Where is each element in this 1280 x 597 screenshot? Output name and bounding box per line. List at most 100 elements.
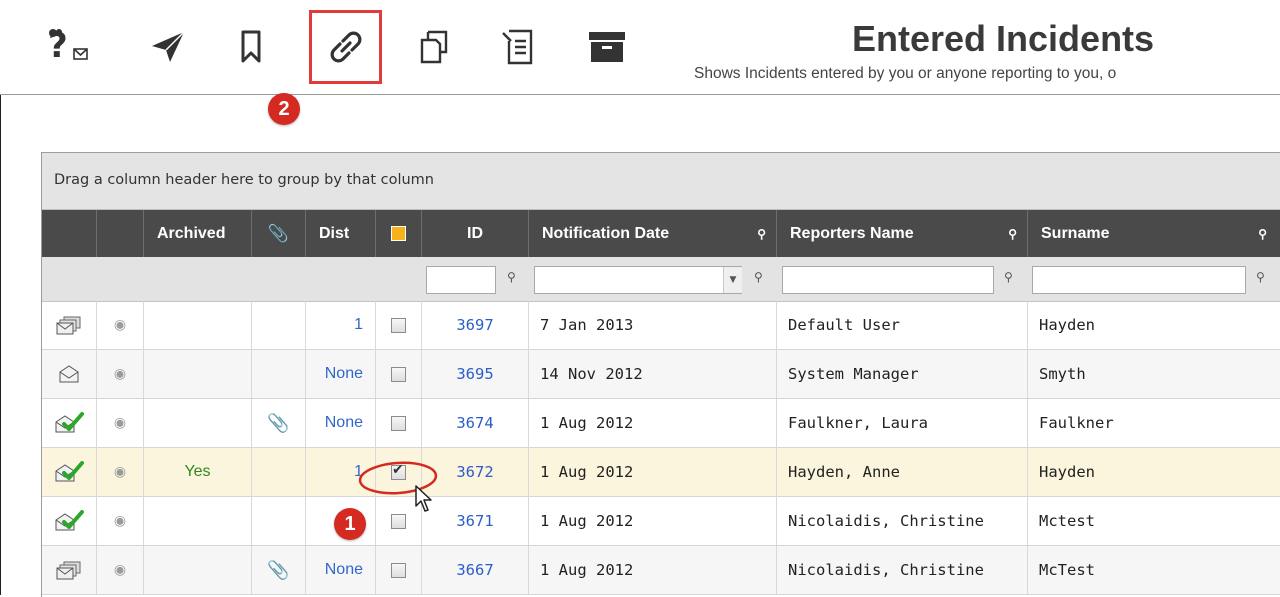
toolbar: ? Entered Incidents Shows Incidents ente… — [0, 0, 1280, 95]
archived-cell — [144, 350, 252, 398]
reporter-filter-input[interactable] — [782, 266, 994, 294]
eye-icon[interactable]: ◉ — [114, 415, 126, 431]
incident-id-link[interactable]: 3695 — [456, 365, 493, 383]
archive-icon[interactable] — [583, 22, 631, 72]
col-header-surname[interactable]: Surname ⚲ — [1028, 210, 1280, 257]
col-id-label: ID — [467, 224, 483, 242]
row-checkbox[interactable] — [391, 366, 406, 382]
col-header-mail[interactable] — [42, 210, 97, 257]
mail-check-icon[interactable] — [42, 448, 97, 496]
col-header-archived[interactable]: Archived — [144, 210, 252, 257]
col-header-select[interactable] — [376, 210, 422, 257]
group-by-hint: Drag a column header here to group by th… — [54, 172, 434, 188]
incident-id-link[interactable]: 3672 — [456, 463, 493, 481]
document-icon[interactable] — [494, 22, 542, 72]
eye-icon[interactable]: ◉ — [114, 562, 126, 578]
col-header-attachment[interactable]: 📎 — [252, 210, 306, 257]
col-header-reporters-name[interactable]: Reporters Name ⚲ — [777, 210, 1028, 257]
table-row[interactable]: ◉ 📎 None 3674 1 Aug 2012 Faulkner, Laura Faulk… — [42, 399, 1280, 448]
paperclip-icon[interactable]: 📎 — [267, 560, 289, 581]
filter-row: ⚲ ▼ ⚲ ⚲ ⚲ — [42, 257, 1280, 302]
surname-filter-input[interactable] — [1032, 266, 1246, 294]
view-cell[interactable]: ◉ — [97, 546, 144, 594]
table-row[interactable]: ◉N36711 Aug 2012Nicolaidis, ChristineMct… — [42, 497, 1280, 546]
dist-link[interactable]: 1 — [354, 316, 363, 334]
filter-pin-icon[interactable]: ⚲ — [507, 270, 516, 284]
attachment-cell — [252, 448, 306, 496]
group-by-bar[interactable]: Drag a column header here to group by th… — [42, 153, 1280, 210]
col-header-id[interactable]: ID — [422, 210, 529, 257]
eye-icon[interactable]: ◉ — [114, 366, 126, 382]
attachment-cell: 📎 — [252, 399, 306, 447]
filter-pin-icon[interactable]: ⚲ — [1004, 270, 1013, 284]
view-cell[interactable]: ◉ — [97, 497, 144, 545]
incident-id-link[interactable]: 3674 — [456, 414, 493, 432]
incident-id-link[interactable]: 3667 — [456, 561, 493, 579]
view-cell[interactable]: ◉ — [97, 350, 144, 398]
callout-2: 2 — [268, 93, 300, 125]
dist-link[interactable]: None — [325, 365, 363, 383]
callout-1: 1 — [334, 508, 366, 540]
col-header-dist[interactable]: Dist — [306, 210, 376, 257]
select-cell — [376, 546, 422, 594]
filter-pin-icon: ⚲ — [1258, 227, 1267, 241]
row-checkbox[interactable] — [391, 562, 406, 578]
mail-stack-icon[interactable] — [42, 546, 97, 594]
dist-cell: None — [306, 546, 376, 594]
date-filter-input[interactable] — [534, 266, 742, 294]
col-date-label: Notification Date — [542, 224, 670, 242]
col-header-notification-date[interactable]: Notification Date ⚲ — [529, 210, 777, 257]
archived-cell — [144, 546, 252, 594]
link-icon[interactable] — [322, 22, 370, 72]
mail-stack-icon[interactable] — [42, 301, 97, 349]
chevron-down-icon[interactable]: ▼ — [723, 267, 742, 293]
paperclip-icon[interactable]: 📎 — [267, 413, 289, 434]
eye-icon[interactable]: ◉ — [114, 513, 126, 529]
filter-pin-icon[interactable]: ⚲ — [754, 270, 763, 284]
send-icon[interactable] — [144, 22, 192, 72]
notification-date-cell: 7 Jan 2013 — [529, 301, 777, 349]
reporter-name-cell: Default User — [777, 301, 1028, 349]
filter-pin-icon[interactable]: ⚲ — [1256, 270, 1265, 284]
attachment-cell: 📎 — [252, 546, 306, 594]
table-row[interactable]: ◉Yes136721 Aug 2012Hayden, AnneHayden — [42, 448, 1280, 497]
eye-icon[interactable]: ◉ — [114, 464, 126, 480]
reporter-name-cell: Nicolaidis, Christine — [777, 546, 1028, 594]
notification-date-cell: 14 Nov 2012 — [529, 350, 777, 398]
view-cell[interactable]: ◉ — [97, 448, 144, 496]
reporter-name-cell: Nicolaidis, Christine — [777, 497, 1028, 545]
archived-cell: Yes — [144, 448, 252, 496]
incident-id-link[interactable]: 3697 — [456, 316, 493, 334]
surname-cell: Hayden — [1039, 316, 1095, 334]
mail-check-icon[interactable] — [42, 497, 97, 545]
mail-check-icon[interactable] — [42, 399, 97, 447]
notification-date-cell: 1 Aug 2012 — [529, 546, 777, 594]
copy-icon[interactable] — [410, 22, 458, 72]
row-checkbox[interactable] — [391, 415, 406, 431]
id-filter-input[interactable] — [426, 266, 496, 294]
mail-open-icon[interactable] — [42, 350, 97, 398]
attachment-cell — [252, 497, 306, 545]
column-header-row: Archived 📎 Dist ID Notification Date ⚲ R… — [42, 210, 1280, 257]
id-cell: 3695 — [422, 350, 529, 398]
row-checkbox[interactable] — [391, 317, 406, 333]
table-row[interactable]: ◉ 📎 None 3667 1 Aug 2012 Nicolaidis, Christin… — [42, 546, 1280, 595]
col-surname-label: Surname — [1041, 224, 1110, 242]
incident-id-link[interactable]: 3671 — [456, 512, 493, 530]
table-row[interactable]: ◉ None 3695 14 Nov 2012 System Manager Smyth — [42, 350, 1280, 399]
col-header-view[interactable] — [97, 210, 144, 257]
col-archived-label: Archived — [157, 224, 226, 242]
eye-icon[interactable]: ◉ — [114, 317, 126, 333]
view-cell[interactable]: ◉ — [97, 301, 144, 349]
table-row[interactable]: ◉ 1 3697 7 Jan 2013 Default User Hayden — [42, 301, 1280, 350]
reporter-name-cell: System Manager — [777, 350, 1028, 398]
surname-cell: McTest — [1039, 561, 1095, 579]
select-all-icon — [391, 226, 406, 241]
row-checkbox[interactable] — [391, 513, 406, 529]
help-mail-icon[interactable]: ? — [44, 22, 92, 72]
bookmark-icon[interactable] — [227, 22, 275, 72]
dist-link[interactable]: None — [325, 414, 363, 432]
dist-link[interactable]: None — [325, 561, 363, 579]
dist-cell: None — [306, 350, 376, 398]
view-cell[interactable]: ◉ — [97, 399, 144, 447]
